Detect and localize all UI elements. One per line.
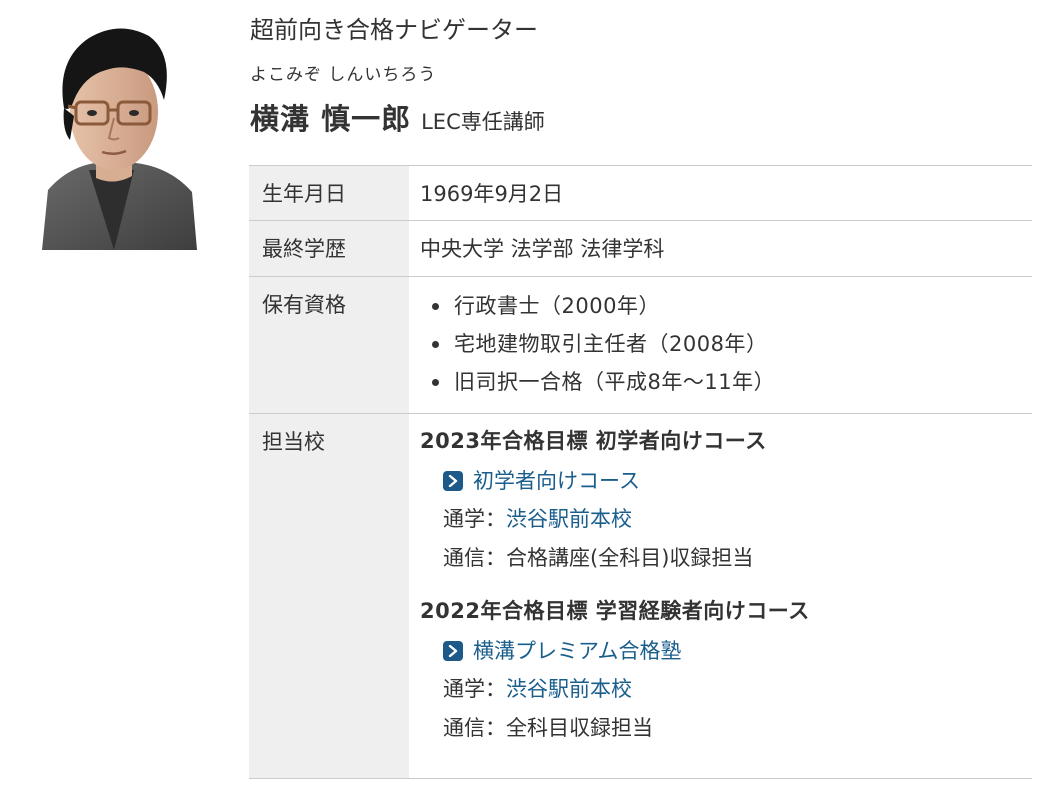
attend-label: 通学： [443, 677, 506, 701]
remote-line: 通信：合格講座(全科目)収録担当 [443, 539, 1032, 578]
school-link-shibuya[interactable]: 渋谷駅前本校 [506, 677, 632, 701]
row-schools: 担当校 2023年合格目標 初学者向けコース 初学者向けコース 通学：渋谷駅前本… [249, 413, 1032, 779]
attend-line: 通学：渋谷駅前本校 [443, 500, 1032, 539]
birth-label: 生年月日 [249, 165, 409, 221]
course-block: 横溝プレミアム合格塾 通学：渋谷駅前本校 通信：全科目収録担当 [420, 632, 1032, 748]
education-label: 最終学歴 [249, 220, 409, 277]
course-link-label: 横溝プレミアム合格塾 [473, 639, 682, 663]
chevron-right-icon [443, 471, 463, 491]
schools-label: 担当校 [249, 413, 409, 779]
instructor-name: 横溝 慎一郎 [250, 102, 412, 136]
schools-value: 2023年合格目標 初学者向けコース 初学者向けコース 通学：渋谷駅前本校 通信… [409, 413, 1032, 779]
remote-line: 通信：全科目収録担当 [443, 709, 1032, 748]
qualifications-label: 保有資格 [249, 276, 409, 414]
list-item: 行政書士（2000年） [432, 287, 1032, 325]
course-block: 初学者向けコース 通学：渋谷駅前本校 通信：合格講座(全科目)収録担当 [420, 462, 1032, 578]
course-link-label: 初学者向けコース [473, 469, 640, 493]
row-qualifications: 保有資格 行政書士（2000年） 宅地建物取引主任者（2008年） 旧司択一合格… [249, 276, 1032, 414]
qualifications-list: 行政書士（2000年） 宅地建物取引主任者（2008年） 旧司択一合格（平成8年… [420, 287, 1032, 401]
course-link-beginner[interactable]: 初学者向けコース [443, 462, 1032, 500]
chevron-right-icon [443, 641, 463, 661]
row-birth: 生年月日 1969年9月2日 [249, 165, 1032, 221]
remote-label: 通信： [443, 546, 506, 570]
remote-value: 合格講座(全科目)収録担当 [506, 546, 754, 570]
list-item: 旧司択一合格（平成8年～11年） [432, 363, 1032, 401]
attend-label: 通学： [443, 507, 506, 531]
course-link-premium[interactable]: 横溝プレミアム合格塾 [443, 632, 1032, 670]
name-reading: よこみぞ しんいちろう [250, 65, 437, 85]
name-line: 横溝 慎一郎 LEC専任講師 [250, 96, 545, 138]
instructor-photo [34, 20, 197, 250]
list-item: 宅地建物取引主任者（2008年） [432, 325, 1032, 363]
attend-line: 通学：渋谷駅前本校 [443, 670, 1032, 709]
course-title: 2023年合格目標 初学者向けコース [420, 429, 767, 453]
qualifications-value: 行政書士（2000年） 宅地建物取引主任者（2008年） 旧司択一合格（平成8年… [409, 276, 1032, 414]
remote-label: 通信： [443, 716, 506, 740]
birth-value: 1969年9月2日 [409, 165, 1032, 221]
tagline: 超前向き合格ナビゲーター [250, 16, 538, 44]
education-value: 中央大学 法学部 法律学科 [409, 220, 1032, 277]
instructor-position: LEC専任講師 [421, 110, 545, 134]
row-education: 最終学歴 中央大学 法学部 法律学科 [249, 220, 1032, 277]
school-link-shibuya[interactable]: 渋谷駅前本校 [506, 507, 632, 531]
remote-value: 全科目収録担当 [506, 716, 653, 740]
course-title: 2022年合格目標 学習経験者向けコース [420, 599, 810, 623]
profile-table: 生年月日 1969年9月2日 最終学歴 中央大学 法学部 法律学科 保有資格 行… [249, 165, 1032, 779]
